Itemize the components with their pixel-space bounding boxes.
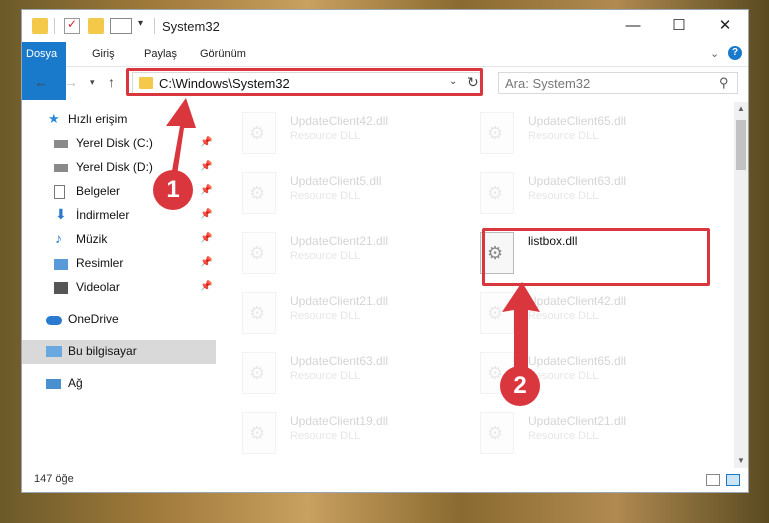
step-badge-1: 1 (153, 170, 193, 210)
step-badge-2: 2 (500, 366, 540, 406)
arrow-2 (502, 282, 540, 368)
annotation-arrows (166, 98, 540, 368)
